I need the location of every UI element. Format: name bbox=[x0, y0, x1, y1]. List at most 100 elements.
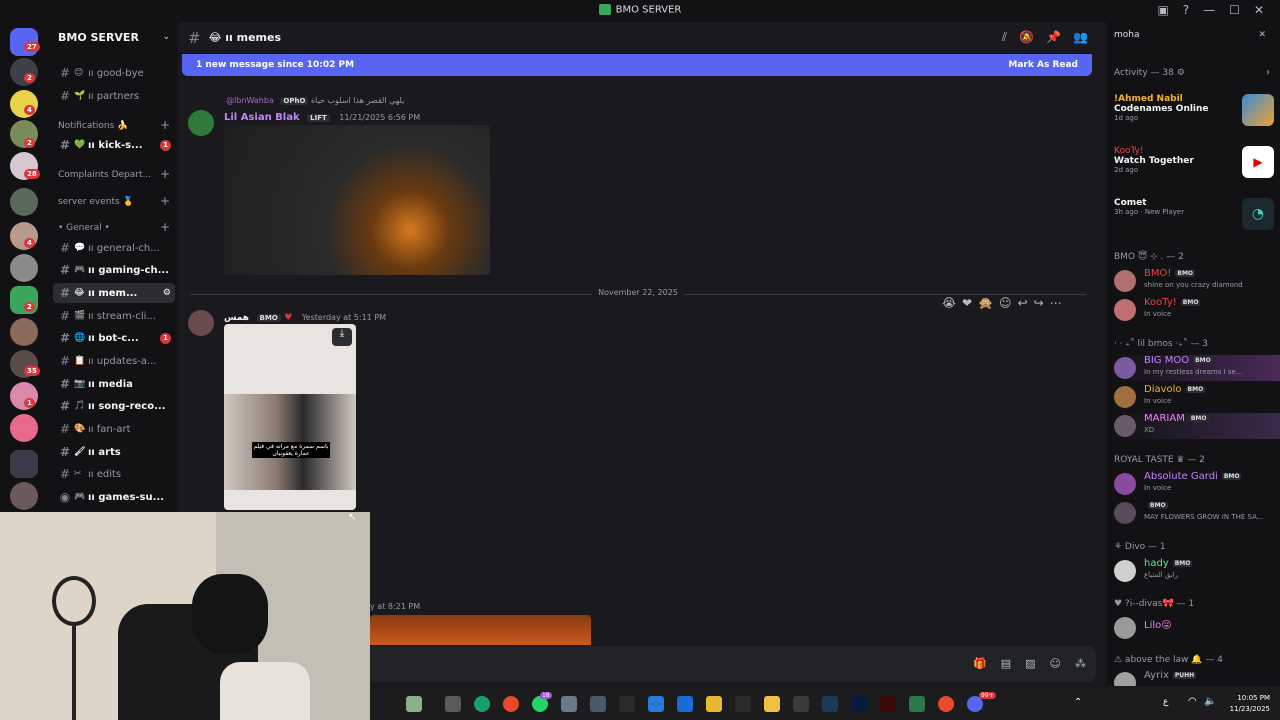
keyboard-language[interactable]: ع bbox=[1163, 697, 1168, 707]
activity-item[interactable]: KooTy! Watch Together 2d ago ▶ bbox=[1114, 146, 1274, 178]
minimize-button[interactable]: — bbox=[1203, 3, 1215, 17]
attached-video[interactable]: باسم سمرة مع مراته في فيلم عمارة يعقوبيا… bbox=[224, 324, 356, 510]
illustrator-icon[interactable] bbox=[880, 696, 896, 712]
stack-icon[interactable] bbox=[764, 696, 780, 712]
system-clock[interactable]: 10:05 PM 11/23/2025 bbox=[1230, 693, 1270, 715]
avatar[interactable] bbox=[188, 110, 214, 136]
apps-icon[interactable]: ⁂ bbox=[1075, 657, 1086, 670]
reply-preview[interactable]: @IbnWahba OPhO يلهي القصر هذا اسلوب حياة bbox=[226, 96, 404, 105]
chatgpt-icon[interactable] bbox=[474, 696, 490, 712]
maximize-button[interactable]: ☐ bbox=[1229, 3, 1240, 17]
channel-updates[interactable]: # 📋 ıı updates-a... bbox=[53, 351, 175, 371]
gif-icon[interactable]: ▤ bbox=[1001, 657, 1011, 670]
channel-song-reco[interactable]: # 🎵 ıı song-reco... bbox=[53, 396, 175, 416]
channel-edits[interactable]: # ✂ ıı edits bbox=[53, 464, 175, 484]
add-reaction-icon[interactable]: ☺ bbox=[999, 296, 1012, 310]
gear-icon[interactable]: ⚙ bbox=[163, 288, 171, 298]
member-item[interactable]: hady BMO رايق المتباع bbox=[1114, 558, 1280, 584]
photos-icon[interactable] bbox=[677, 696, 693, 712]
channel-kick-s[interactable]: # 💚 ıı kick-s... 1 bbox=[53, 135, 175, 155]
server-icon[interactable] bbox=[10, 188, 38, 216]
member-item[interactable]: BMO MAY FLOWERS GROW IN THE SA... bbox=[1114, 500, 1280, 526]
member-item[interactable]: Diavolo BMO In voice bbox=[1114, 384, 1280, 410]
folder-icon[interactable] bbox=[10, 450, 38, 478]
author-name[interactable]: همس bbox=[224, 313, 249, 323]
volume-icon[interactable]: 🔈 bbox=[1204, 696, 1216, 707]
member-item[interactable]: MARIAM BMO XD bbox=[1114, 413, 1280, 439]
more-icon[interactable]: ⋯ bbox=[1050, 296, 1062, 310]
folder-icon[interactable] bbox=[706, 696, 722, 712]
member-item[interactable]: Ayrix PUHH bbox=[1114, 670, 1280, 686]
channel-gaming-chat[interactable]: # 🎮 ıı gaming-ch... bbox=[53, 260, 175, 280]
server-icon[interactable] bbox=[10, 58, 38, 86]
photoshop-icon[interactable] bbox=[851, 696, 867, 712]
add-channel-icon[interactable]: + bbox=[160, 195, 170, 207]
app-icon[interactable] bbox=[909, 696, 925, 712]
channel-arts[interactable]: # 🖌 ıı arts bbox=[53, 442, 175, 462]
terminal-icon[interactable] bbox=[619, 696, 635, 712]
channel-games-suggest[interactable]: ◉ 🎮 ıı games-su... bbox=[53, 487, 175, 507]
category-complaints[interactable]: Complaints Depart... + bbox=[58, 168, 170, 180]
server-icon[interactable] bbox=[10, 318, 38, 346]
category-server-events[interactable]: server events 🥇 + bbox=[58, 195, 170, 207]
chevron-right-icon[interactable]: › bbox=[1266, 67, 1270, 78]
server-icon[interactable] bbox=[10, 90, 38, 118]
channel-stream-clips[interactable]: # 🎬 ıı stream-cli... bbox=[53, 306, 175, 326]
member-item[interactable]: BIG MOO BMO In my restless dreams I se... bbox=[1114, 355, 1280, 381]
chevron-down-icon[interactable]: ⌄ bbox=[162, 32, 170, 42]
shield-icon[interactable] bbox=[648, 696, 664, 712]
member-item[interactable]: Lilo😜 bbox=[1114, 615, 1280, 641]
new-message-bar[interactable]: 1 new message since 10:02 PM Mark As Rea… bbox=[182, 54, 1092, 76]
server-icon[interactable] bbox=[10, 482, 38, 510]
gift-icon[interactable]: 🎁 bbox=[973, 657, 987, 670]
chrome-profile-icon[interactable] bbox=[938, 696, 954, 712]
search-input[interactable]: moha ✕ bbox=[1106, 28, 1274, 48]
mute-bell-icon[interactable]: 🔕 bbox=[1019, 30, 1034, 45]
members-icon[interactable]: 👥 bbox=[1073, 30, 1088, 45]
mark-as-read-button[interactable]: Mark As Read bbox=[1008, 60, 1078, 70]
weather-icon[interactable] bbox=[406, 696, 422, 712]
embedded-image[interactable] bbox=[370, 615, 591, 645]
reply-icon[interactable]: ↩ bbox=[1018, 296, 1028, 310]
server-header[interactable]: BMO SERVER ⌄ bbox=[48, 22, 178, 52]
clear-search-icon[interactable]: ✕ bbox=[1258, 30, 1266, 40]
steam-icon[interactable] bbox=[822, 696, 838, 712]
store-icon[interactable] bbox=[793, 696, 809, 712]
channel-partners[interactable]: # 🌱 ıı partners bbox=[53, 86, 175, 106]
emoji-icon[interactable]: ☺ bbox=[1050, 657, 1061, 670]
channel-good-bye[interactable]: # 😊 ıı good-bye bbox=[53, 63, 175, 83]
category-notifications[interactable]: Notifications 🍌 + bbox=[58, 119, 170, 131]
chrome-icon[interactable] bbox=[503, 696, 519, 712]
channel-memes[interactable]: # 😂 ıı mem... ⚙ bbox=[53, 283, 175, 303]
member-item[interactable]: Absolute Gardi BMO In voice bbox=[1114, 471, 1280, 497]
embedded-video[interactable] bbox=[224, 125, 490, 275]
sticker-icon[interactable]: ▨ bbox=[1025, 657, 1035, 670]
epic-games-icon[interactable] bbox=[735, 696, 751, 712]
server-icon[interactable] bbox=[10, 254, 38, 282]
reaction-heart-icon[interactable]: ❤ bbox=[962, 296, 972, 310]
forward-icon[interactable]: ↪ bbox=[1034, 296, 1044, 310]
settings-icon[interactable] bbox=[561, 696, 577, 712]
category-general[interactable]: • General • + bbox=[58, 221, 170, 233]
chevron-up-icon[interactable]: ⌃ bbox=[1074, 697, 1082, 708]
camera-icon[interactable] bbox=[590, 696, 606, 712]
pin-icon[interactable]: 📌 bbox=[1046, 30, 1061, 45]
channel-fan-art[interactable]: # 🎨 ıı fan-art bbox=[53, 419, 175, 439]
member-item[interactable]: KooTy! BMO In voice bbox=[1114, 297, 1280, 323]
add-channel-icon[interactable]: + bbox=[160, 168, 170, 180]
reply-author[interactable]: @IbnWahba bbox=[226, 96, 274, 105]
channel-bot-commands[interactable]: # 🌐 ıı bot-c... 1 bbox=[53, 328, 175, 348]
close-button[interactable]: ✕ bbox=[1254, 3, 1264, 17]
download-icon[interactable]: ⤓ bbox=[332, 328, 352, 346]
activity-item[interactable]: Comet 3h ago · New Player ◔ bbox=[1114, 198, 1274, 230]
member-item[interactable]: BMO! BMO shine on you crazy diamond bbox=[1114, 268, 1280, 294]
help-icon[interactable]: ? bbox=[1183, 3, 1189, 17]
task-view-icon[interactable] bbox=[445, 696, 461, 712]
author-name[interactable]: Lil Asian Blak bbox=[224, 112, 300, 123]
avatar[interactable] bbox=[188, 310, 214, 336]
wifi-icon[interactable]: ◠ bbox=[1188, 696, 1197, 707]
reaction-cry-icon[interactable]: 😭 bbox=[942, 296, 956, 310]
server-icon[interactable] bbox=[10, 414, 38, 442]
inbox-icon[interactable]: ▣ bbox=[1157, 3, 1168, 17]
threads-icon[interactable]: ⫽ bbox=[1002, 30, 1007, 45]
